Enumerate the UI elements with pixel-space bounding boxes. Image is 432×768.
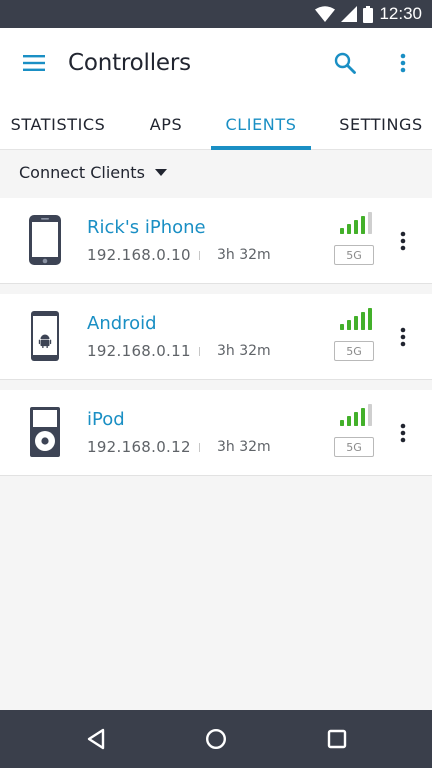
wifi-icon	[315, 6, 336, 22]
band-badge: 5G	[334, 437, 374, 457]
client-uptime: 3h 32m	[217, 247, 271, 263]
client-name: Android	[87, 313, 157, 334]
system-navigation-bar	[0, 710, 432, 768]
client-uptime: 3h 32m	[217, 439, 271, 455]
signal-bar	[340, 228, 344, 234]
connect-clients-dropdown[interactable]: Connect Clients	[0, 150, 432, 194]
back-triangle-icon	[87, 728, 105, 750]
signal-bar	[347, 224, 351, 234]
more-vert-icon	[400, 231, 406, 251]
more-vert-icon	[400, 327, 406, 347]
client-name: Rick's iPhone	[87, 217, 206, 238]
caret-down-icon	[154, 168, 167, 176]
ipod-icon	[30, 407, 60, 457]
signal-bar	[361, 216, 365, 234]
client-more-button[interactable]	[388, 416, 418, 450]
client-list: Rick's iPhone 192.168.0.10 3h 32m 5G And…	[0, 198, 432, 486]
client-list-item[interactable]: Rick's iPhone 192.168.0.10 3h 32m 5G	[0, 198, 432, 284]
signal-bar	[354, 316, 358, 330]
menu-button[interactable]	[0, 28, 68, 98]
signal-bar	[361, 408, 365, 426]
signal-strength-icon	[340, 212, 372, 234]
app-bar: Controllers	[0, 28, 432, 98]
signal-bar	[354, 412, 358, 426]
signal-strength-icon	[340, 308, 372, 330]
tab-aps[interactable]: APS	[126, 98, 206, 150]
more-vert-icon	[400, 53, 406, 73]
tab-statistics[interactable]: STATISTICS	[0, 98, 116, 150]
band-badge: 5G	[334, 245, 374, 265]
signal-bar	[368, 212, 372, 234]
status-time: 12:30	[379, 4, 422, 23]
page-title: Controllers	[68, 50, 191, 76]
client-list-item[interactable]: iPod 192.168.0.12 3h 32m 5G	[0, 390, 432, 476]
nav-back-button[interactable]	[66, 710, 126, 768]
client-ip: 192.168.0.12	[87, 438, 191, 456]
signal-bar	[368, 404, 372, 426]
search-button[interactable]	[320, 28, 370, 98]
signal-bar	[361, 312, 365, 330]
signal-bar	[340, 420, 344, 426]
tab-settings[interactable]: SETTINGS	[330, 98, 432, 150]
nav-home-button[interactable]	[186, 710, 246, 768]
signal-bar	[347, 320, 351, 330]
android-phone-icon	[31, 311, 59, 361]
home-circle-icon	[205, 728, 227, 750]
client-uptime: 3h 32m	[217, 343, 271, 359]
client-more-button[interactable]	[388, 320, 418, 354]
tab-bar: STATISTICS APS CLIENTS SETTINGS	[0, 98, 432, 150]
nav-recents-button[interactable]	[307, 710, 367, 768]
battery-icon	[363, 5, 374, 23]
more-vert-icon	[400, 423, 406, 443]
divider	[199, 443, 200, 452]
divider	[199, 251, 200, 260]
recents-square-icon	[327, 729, 347, 749]
client-more-button[interactable]	[388, 224, 418, 258]
filter-label: Connect Clients	[19, 162, 145, 182]
band-badge: 5G	[334, 341, 374, 361]
client-ip: 192.168.0.11	[87, 342, 191, 360]
signal-bar	[340, 324, 344, 330]
status-bar: 12:30	[0, 0, 432, 28]
cell-signal-icon	[341, 6, 358, 22]
iphone-icon	[29, 215, 61, 265]
client-ip: 192.168.0.10	[87, 246, 191, 264]
divider	[199, 347, 200, 356]
client-name: iPod	[87, 409, 125, 430]
search-icon	[334, 52, 356, 74]
signal-strength-icon	[340, 404, 372, 426]
menu-icon	[23, 55, 45, 71]
more-options-button[interactable]	[380, 28, 426, 98]
tab-clients[interactable]: CLIENTS	[211, 98, 311, 150]
signal-bar	[354, 220, 358, 234]
signal-bar	[368, 308, 372, 330]
signal-bar	[347, 416, 351, 426]
client-list-item[interactable]: Android 192.168.0.11 3h 32m 5G	[0, 294, 432, 380]
